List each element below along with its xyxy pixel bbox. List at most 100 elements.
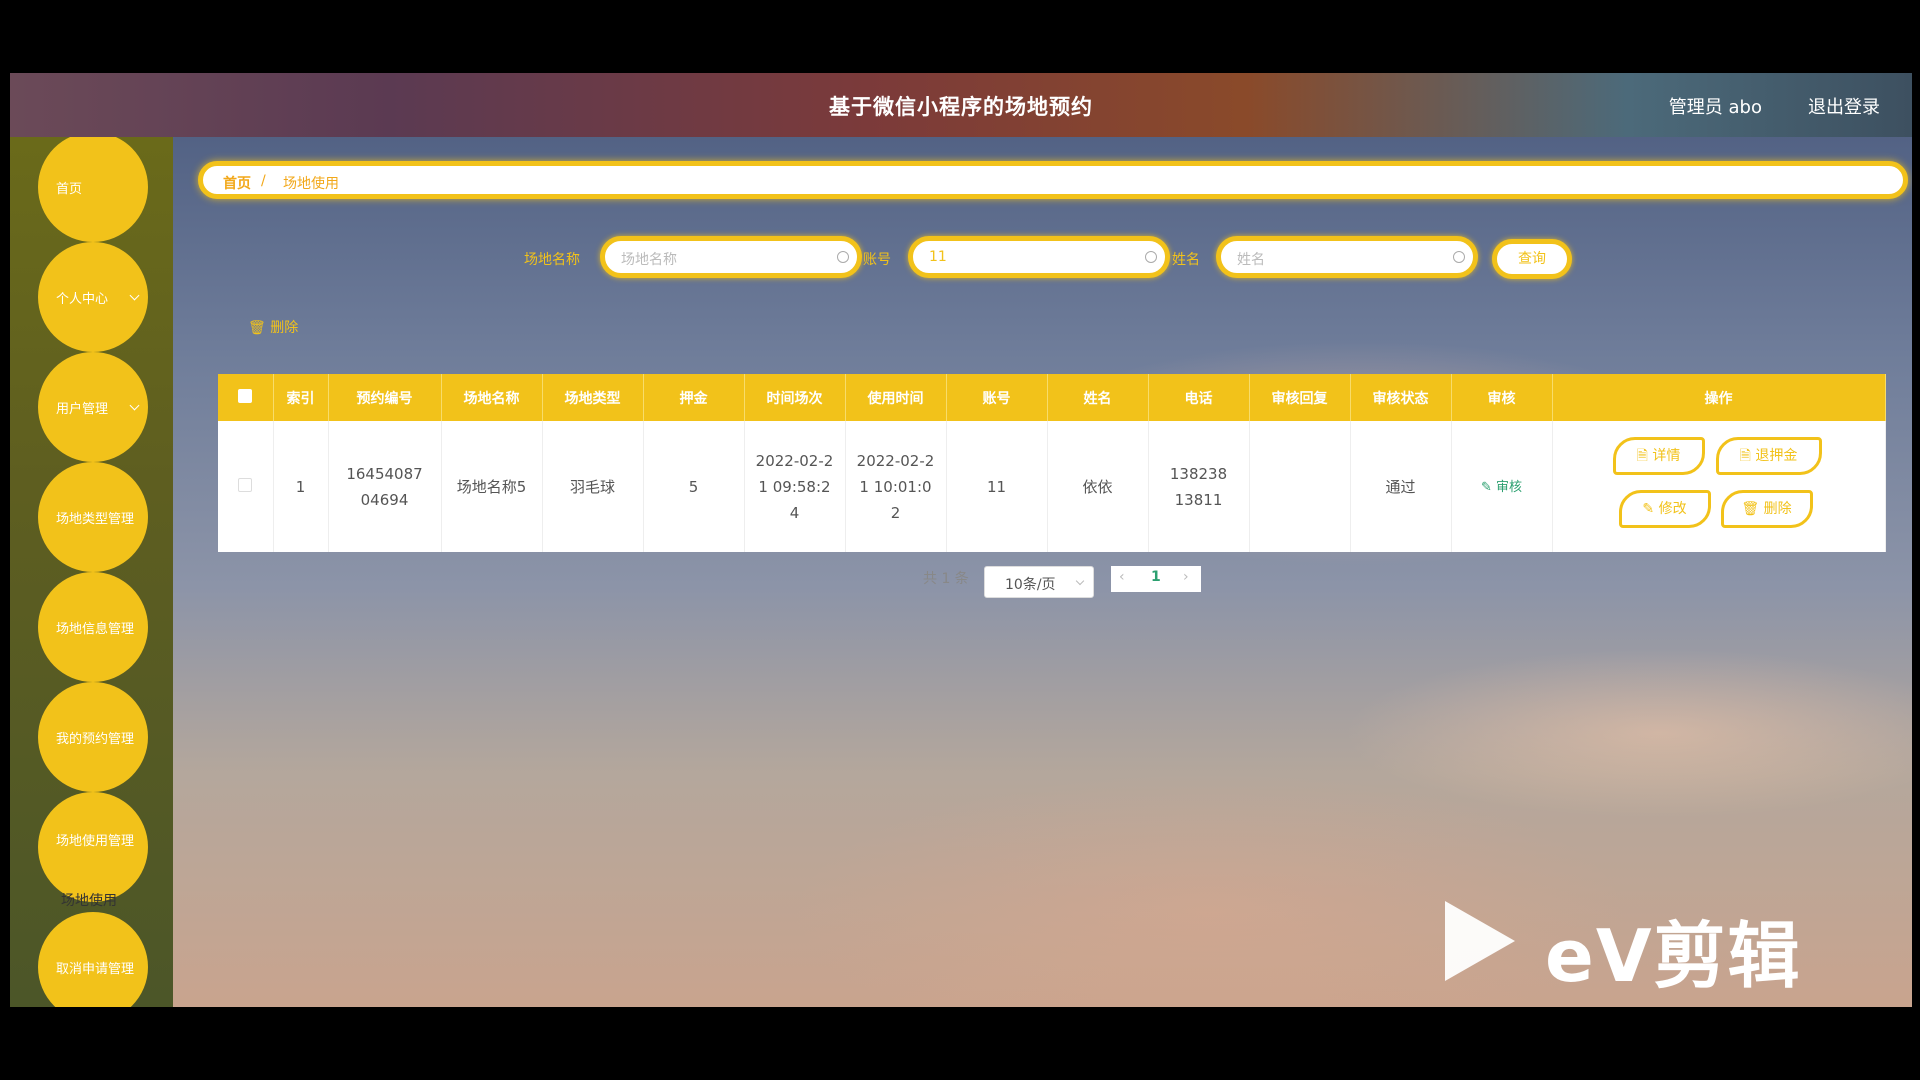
col-header: 操作 — [1552, 374, 1886, 421]
logout-link[interactable]: 退出登录 — [1808, 93, 1880, 119]
cell-session-time: 2022-02-21 09:58:24 — [744, 421, 846, 552]
search-icon — [1453, 251, 1465, 263]
breadcrumb: 首页 / 场地使用 — [198, 161, 1908, 199]
sidebar-item-venue-usage[interactable]: 场地使用管理 — [38, 792, 148, 902]
account-value: 11 — [929, 249, 947, 265]
select-all-checkbox[interactable] — [238, 388, 253, 403]
chevron-down-icon — [129, 400, 140, 411]
app-title: 基于微信小程序的场地预约 — [829, 95, 1093, 119]
cell-use-time: 2022-02-21 10:01:02 — [845, 421, 947, 552]
top-header: 基于微信小程序的场地预约 管理员 abo 退出登录 — [10, 73, 1912, 137]
app-screen: 基于微信小程序的场地预约 管理员 abo 退出登录 首页 个人中心 用户管理 场… — [10, 73, 1912, 1007]
venue-name-label: 场地名称 — [524, 252, 580, 268]
edit-button-label: 修改 — [1658, 501, 1687, 517]
sidebar-item-label: 用户管理 — [56, 401, 109, 417]
name-input[interactable]: 姓名 — [1216, 236, 1478, 278]
edit-icon: ✎ — [1480, 479, 1492, 495]
cell-audit: ✎ 审核 — [1451, 421, 1553, 552]
document-icon: 🗎 — [1636, 448, 1653, 464]
delete-button-label: 删除 — [1763, 501, 1792, 517]
bulk-delete-label: 删除 — [270, 320, 299, 336]
col-header: 电话 — [1148, 374, 1250, 421]
delete-button[interactable]: 🗑 删除 — [1720, 490, 1813, 528]
cell-venue-name: 场地名称5 — [441, 421, 543, 552]
venue-name-placeholder: 场地名称 — [621, 252, 677, 268]
chevron-down-icon — [129, 290, 140, 301]
breadcrumb-home[interactable]: 首页 — [223, 173, 251, 193]
pencil-icon: ✎ — [1642, 501, 1659, 517]
sidebar-item-my-bookings[interactable]: 我的预约管理 — [38, 682, 148, 792]
sidebar-item-label: 个人中心 — [56, 291, 109, 307]
refund-button-label: 退押金 — [1755, 448, 1798, 464]
pagination: ‹ 1 › — [1111, 566, 1201, 592]
search-icon — [837, 251, 849, 263]
sidebar-item-users[interactable]: 用户管理 — [38, 352, 148, 462]
col-header: 押金 — [643, 374, 745, 421]
name-label: 姓名 — [1172, 252, 1200, 268]
watermark-text: eV剪辑 — [1545, 914, 1802, 998]
sidebar-item-label: 场地使用管理 — [56, 834, 135, 849]
sidebar-item-label: 场地信息管理 — [56, 621, 135, 637]
trash-icon: 🗑 — [248, 320, 266, 336]
sidebar-item-profile[interactable]: 个人中心 — [38, 242, 148, 352]
row-checkbox[interactable] — [238, 477, 253, 492]
cell-phone: 13823813811 — [1148, 421, 1250, 552]
detail-button[interactable]: 🗎 详情 — [1612, 437, 1705, 475]
account-input[interactable]: 11 — [908, 236, 1170, 278]
col-header: 审核回复 — [1249, 374, 1351, 421]
cell-audit-reply — [1249, 421, 1351, 552]
sidebar-item-cancel-requests[interactable]: 取消申请管理 — [38, 912, 148, 1007]
col-header: 索引 — [273, 374, 329, 421]
venue-name-input[interactable]: 场地名称 — [600, 236, 862, 278]
page-number[interactable]: 1 — [1151, 569, 1161, 585]
audit-link[interactable]: ✎ 审核 — [1481, 480, 1522, 495]
sidebar-item-label: 我的预约管理 — [56, 731, 135, 747]
col-header: 账号 — [946, 374, 1048, 421]
sidebar-subitem-venue-usage[interactable]: 场地使用 — [61, 890, 117, 910]
video-watermark: eV剪辑 — [1445, 897, 1825, 998]
name-placeholder: 姓名 — [1237, 252, 1265, 268]
document-icon: 🗎 — [1739, 448, 1756, 464]
edit-button[interactable]: ✎ 修改 — [1618, 490, 1711, 528]
col-header: 场地类型 — [542, 374, 644, 421]
refund-deposit-button[interactable]: 🗎 退押金 — [1715, 437, 1822, 475]
select-all-cell[interactable] — [218, 374, 274, 421]
chevron-down-icon — [1075, 576, 1085, 586]
cell-index: 1 — [273, 421, 329, 552]
page-size-value: 10条/页 — [1005, 577, 1056, 593]
cell-deposit: 5 — [643, 421, 745, 552]
cell-actions: 🗎 详情 🗎 退押金 ✎ 修改 🗑 删除 — [1552, 421, 1886, 552]
col-header: 审核 — [1451, 374, 1553, 421]
sidebar-item-label: 取消申请管理 — [56, 961, 135, 977]
page-size-select[interactable]: 10条/页 — [984, 566, 1094, 598]
col-header: 预约编号 — [328, 374, 442, 421]
table-header-row: 索引 预约编号 场地名称 场地类型 押金 时间场次 使用时间 账号 姓名 电话 … — [218, 374, 1886, 421]
data-table: 索引 预约编号 场地名称 场地类型 押金 时间场次 使用时间 账号 姓名 电话 … — [218, 374, 1886, 552]
sidebar-item-venue-info[interactable]: 场地信息管理 — [38, 572, 148, 682]
sidebar-item-venue-types[interactable]: 场地类型管理 — [38, 462, 148, 572]
sidebar-item-label: 首页 — [56, 181, 83, 197]
sidebar: 首页 个人中心 用户管理 场地类型管理 场地信息管理 我的预约管理 场地使用管理… — [10, 137, 173, 1007]
chevron-right-icon[interactable]: › — [1183, 569, 1189, 585]
col-header: 场地名称 — [441, 374, 543, 421]
cell-booking-no: 1645408704694 — [328, 421, 442, 552]
search-icon — [1145, 251, 1157, 263]
current-user: 管理员 abo — [1668, 97, 1762, 118]
account-label: 账号 — [863, 252, 891, 268]
table-row: 1 1645408704694 场地名称5 羽毛球 5 2022-02-21 0… — [218, 421, 1886, 552]
row-select-cell[interactable] — [218, 421, 274, 552]
cell-venue-type: 羽毛球 — [542, 421, 644, 552]
chevron-left-icon[interactable]: ‹ — [1119, 569, 1125, 585]
sidebar-item-label: 场地类型管理 — [56, 511, 135, 527]
bulk-delete-button[interactable]: 🗑 删除 — [248, 317, 298, 337]
query-button[interactable]: 查询 — [1492, 239, 1572, 279]
col-header: 时间场次 — [744, 374, 846, 421]
sidebar-item-home[interactable]: 首页 — [38, 137, 148, 242]
play-icon — [1445, 901, 1515, 981]
cell-name: 依依 — [1047, 421, 1149, 552]
detail-button-label: 详情 — [1652, 448, 1681, 464]
breadcrumb-separator: / — [261, 173, 266, 189]
cell-account: 11 — [946, 421, 1048, 552]
pager-total: 共 1 条 — [923, 571, 969, 587]
trash-icon: 🗑 — [1741, 501, 1764, 517]
